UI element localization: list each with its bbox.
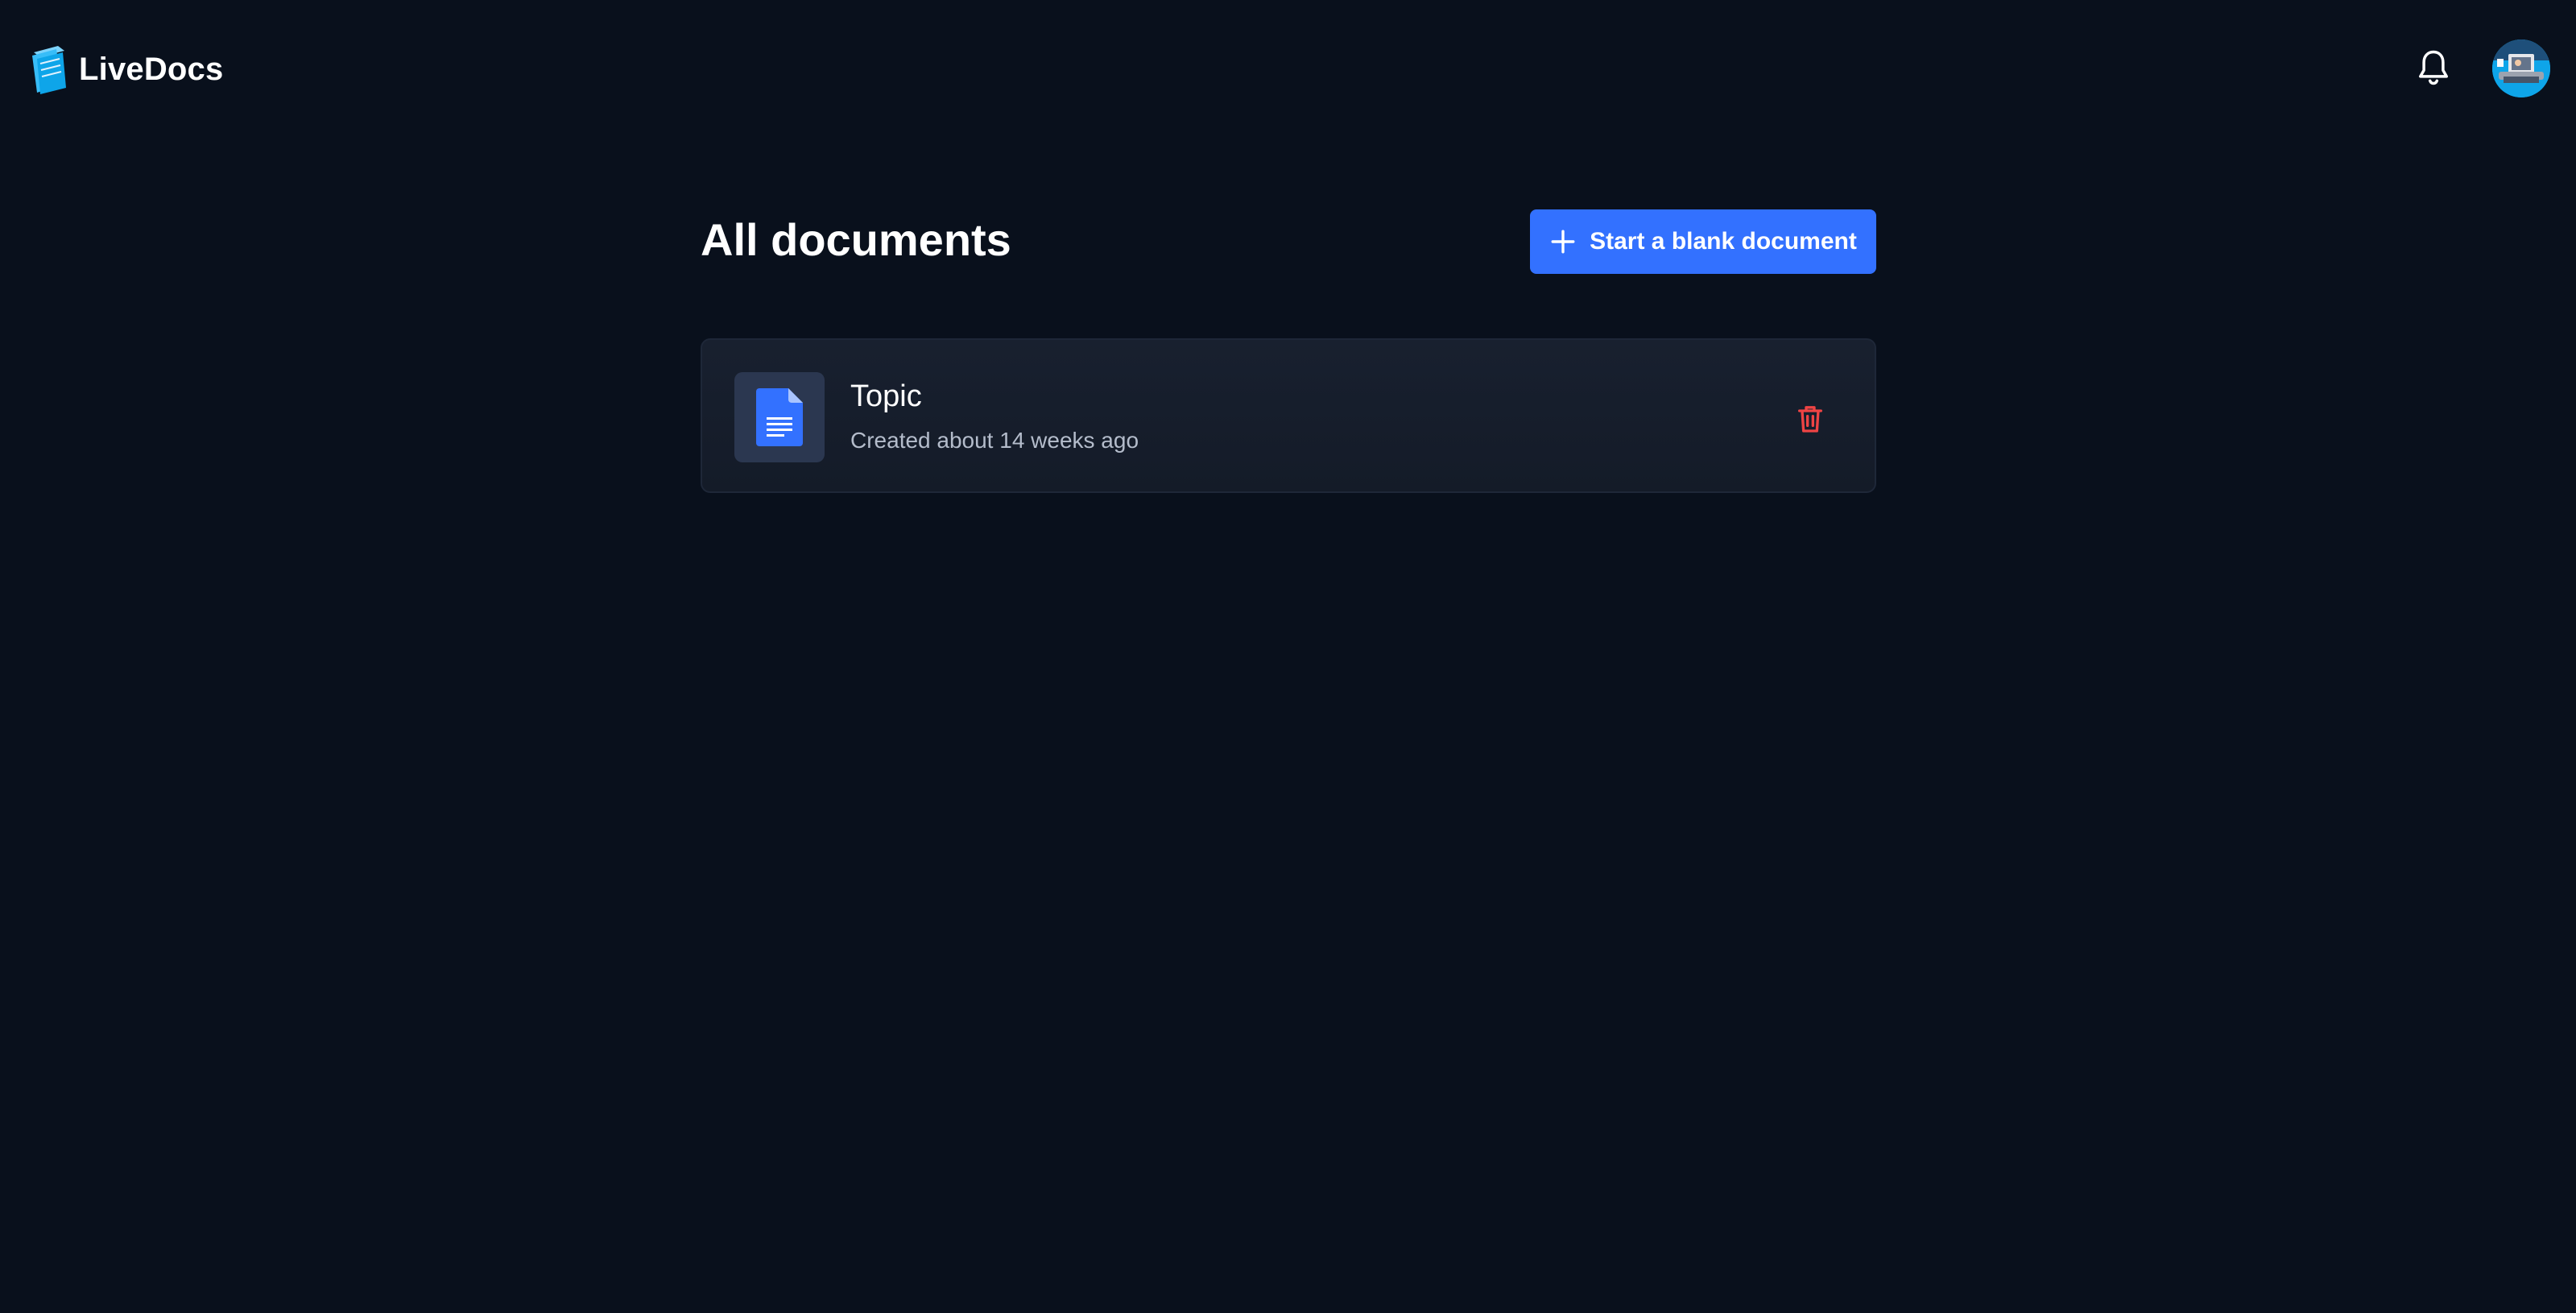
document-card[interactable]: Topic Created about 14 weeks ago [701,338,1876,493]
delete-document-button[interactable] [1794,403,1826,435]
brand-name: LiveDocs [79,51,224,87]
start-blank-document-button[interactable]: Start a blank document [1530,209,1876,274]
document-created-date: Created about 14 weeks ago [850,428,1139,453]
document-thumbnail [734,372,825,462]
bell-icon [2419,50,2448,85]
avatar-image [2492,39,2550,97]
notifications-button[interactable] [2413,47,2454,89]
plus-icon [1551,230,1575,254]
page-title: All documents [701,214,1011,265]
user-avatar[interactable] [2492,39,2550,97]
brand[interactable]: LiveDocs [29,43,223,95]
document-icon [756,388,803,446]
livedocs-logo-icon [32,46,66,94]
trash-icon [1798,406,1822,433]
app-header: LiveDocs [0,0,2576,137]
document-title[interactable]: Topic [850,379,922,414]
start-blank-document-label: Start a blank document [1590,228,1857,255]
